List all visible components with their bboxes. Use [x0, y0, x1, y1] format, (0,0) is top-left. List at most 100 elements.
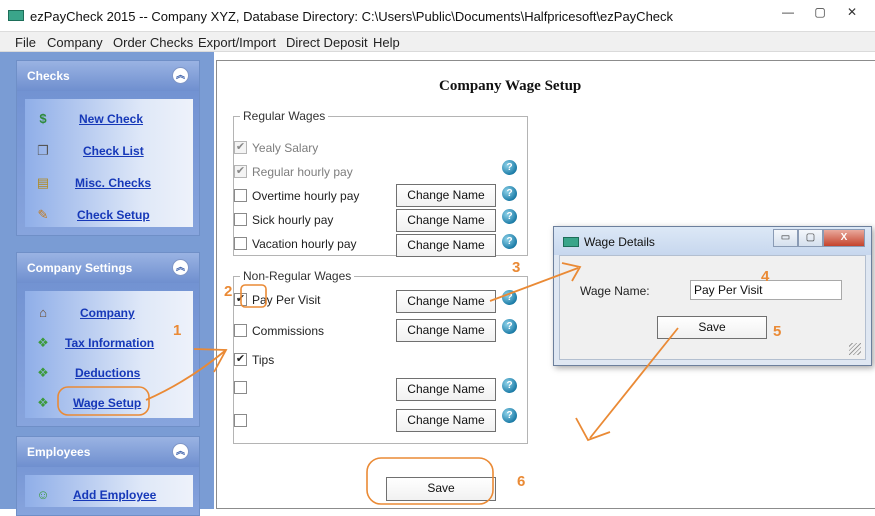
wage-row-sick-hourly: Sick hourly pay Change Name ?	[234, 209, 534, 232]
custom-wage-2-checkbox[interactable]	[234, 414, 247, 427]
sidebar-item-label[interactable]: Misc. Checks	[75, 176, 151, 190]
dialog-maximize-button[interactable]: ▢	[798, 229, 823, 247]
annotation-3: 3	[512, 259, 521, 276]
wage-label: Pay Per Visit	[252, 293, 321, 307]
sidebar-item-deductions[interactable]: ❖ Deductions	[35, 363, 195, 383]
company-settings-panel: Company Settings ︽ ⌂ Company ❖ Tax Infor…	[16, 252, 200, 427]
sidebar-item-check-setup[interactable]: ✎ Check Setup	[35, 205, 195, 225]
sidebar-item-label[interactable]: Company	[80, 306, 135, 320]
change-name-button[interactable]: Change Name	[396, 209, 496, 232]
regular-wages-label: Regular Wages	[240, 109, 329, 123]
yearly-salary-checkbox[interactable]: ✔	[234, 141, 247, 154]
help-icon[interactable]: ?	[502, 234, 517, 249]
sidebar-item-misc-checks[interactable]: ▤ Misc. Checks	[35, 173, 195, 193]
custom-wage-1-checkbox[interactable]	[234, 381, 247, 394]
non-regular-wages-group: Non-Regular Wages ✔ Pay Per Visit Change…	[233, 269, 528, 444]
menu-bar: File Company Order Checks Export/Import …	[0, 32, 875, 52]
sidebar-item-label[interactable]: Wage Setup	[73, 396, 141, 410]
wage-label: Regular hourly pay	[252, 165, 353, 179]
tips-checkbox[interactable]: ✔	[234, 353, 247, 366]
dialog-titlebar[interactable]: Wage Details ▭ ▢ X	[554, 227, 871, 255]
menu-company[interactable]: Company	[47, 35, 103, 50]
dialog-save-button[interactable]: Save	[657, 316, 767, 339]
sidebar-item-wage-setup[interactable]: ❖ Wage Setup	[35, 393, 195, 413]
help-icon[interactable]: ?	[502, 319, 517, 334]
wage-row-pay-per-visit: ✔ Pay Per Visit Change Name ?	[234, 290, 534, 313]
wage-label: Vacation hourly pay	[252, 237, 357, 251]
window-title: ezPayCheck 2015 -- Company XYZ, Database…	[30, 9, 674, 24]
dialog-minimize-button[interactable]: ▭	[773, 229, 798, 247]
company-settings-panel-body: ⌂ Company ❖ Tax Information ❖ Deductions…	[25, 291, 193, 418]
annotation-5: 5	[773, 323, 782, 340]
annotation-4: 4	[761, 268, 770, 285]
app-icon	[563, 237, 579, 247]
commissions-checkbox[interactable]	[234, 324, 247, 337]
close-button[interactable]: ✕	[839, 4, 865, 22]
app-icon	[8, 10, 24, 21]
sidebar-item-label[interactable]: Check List	[83, 144, 144, 158]
overtime-hourly-checkbox[interactable]	[234, 189, 247, 202]
change-name-button[interactable]: Change Name	[396, 290, 496, 313]
sidebar-item-add-employee[interactable]: ☺ Add Employee	[35, 485, 195, 505]
wage-label: Commissions	[252, 324, 325, 338]
wage-row-overtime-hourly: Overtime hourly pay Change Name ?	[234, 184, 534, 208]
sidebar-item-label[interactable]: Tax Information	[65, 336, 154, 350]
wage-label: Overtime hourly pay	[252, 189, 360, 203]
help-icon[interactable]: ?	[502, 160, 517, 175]
change-name-button[interactable]: Change Name	[396, 234, 496, 257]
sidebar-item-label[interactable]: Deductions	[75, 366, 140, 380]
employees-panel: Employees ︽ ☺ Add Employee	[16, 436, 200, 516]
help-icon[interactable]: ?	[502, 408, 517, 423]
sidebar-item-tax-information[interactable]: ❖ Tax Information	[35, 333, 195, 353]
change-name-button[interactable]: Change Name	[396, 378, 496, 401]
change-name-button[interactable]: Change Name	[396, 319, 496, 342]
money-icon: ❖	[37, 365, 49, 380]
dialog-close-button[interactable]: X	[823, 229, 865, 247]
misc-checks-icon: ▤	[36, 175, 50, 190]
change-name-button[interactable]: Change Name	[396, 184, 496, 207]
sidebar-item-check-list[interactable]: ❐ Check List	[35, 141, 195, 161]
pay-per-visit-checkbox[interactable]: ✔	[234, 293, 247, 306]
employees-panel-title: Employees	[27, 445, 91, 459]
collapse-icon[interactable]: ︽	[172, 259, 189, 276]
sidebar: Checks ︽ $ New Check ❐ Check List ▤ Misc…	[0, 52, 214, 516]
sick-hourly-checkbox[interactable]	[234, 213, 247, 226]
regular-hourly-checkbox[interactable]: ✔	[234, 165, 247, 178]
help-icon[interactable]: ?	[502, 186, 517, 201]
wrench-icon: ✎	[37, 207, 49, 222]
sidebar-item-company[interactable]: ⌂ Company	[35, 303, 195, 323]
sidebar-item-label[interactable]: Check Setup	[77, 208, 150, 222]
maximize-button[interactable]: ▢	[807, 4, 833, 22]
annotation-6: 6	[517, 473, 526, 490]
save-button[interactable]: Save	[386, 477, 496, 501]
vacation-hourly-checkbox[interactable]	[234, 237, 247, 250]
employees-panel-body: ☺ Add Employee	[25, 475, 193, 507]
checks-panel-title: Checks	[27, 69, 70, 83]
help-icon[interactable]: ?	[502, 290, 517, 305]
collapse-icon[interactable]: ︽	[172, 443, 189, 460]
employees-panel-header[interactable]: Employees ︽	[17, 437, 199, 467]
menu-order-checks[interactable]: Order Checks	[113, 35, 193, 50]
help-icon[interactable]: ?	[502, 209, 517, 224]
check-list-icon: ❐	[37, 143, 49, 158]
resize-grip-icon[interactable]	[849, 343, 861, 355]
dollar-icon: $	[39, 111, 47, 126]
menu-help[interactable]: Help	[373, 35, 400, 50]
company-settings-panel-header[interactable]: Company Settings ︽	[17, 253, 199, 283]
minimize-button[interactable]: —	[775, 4, 801, 22]
sidebar-item-label[interactable]: New Check	[79, 112, 143, 126]
non-regular-wages-label: Non-Regular Wages	[240, 269, 355, 283]
change-name-button[interactable]: Change Name	[396, 409, 496, 432]
menu-export-import[interactable]: Export/Import	[198, 35, 276, 50]
wage-label: Sick hourly pay	[252, 213, 334, 227]
sidebar-item-new-check[interactable]: $ New Check	[35, 109, 195, 129]
sidebar-item-label[interactable]: Add Employee	[73, 488, 156, 502]
checks-panel: Checks ︽ $ New Check ❐ Check List ▤ Misc…	[16, 60, 200, 236]
menu-file[interactable]: File	[15, 35, 36, 50]
wage-label: Tips	[252, 353, 275, 367]
money-icon: ❖	[37, 395, 49, 410]
menu-direct-deposit[interactable]: Direct Deposit	[286, 35, 368, 50]
collapse-icon[interactable]: ︽	[172, 67, 189, 84]
help-icon[interactable]: ?	[502, 378, 517, 393]
checks-panel-header[interactable]: Checks ︽	[17, 61, 199, 91]
